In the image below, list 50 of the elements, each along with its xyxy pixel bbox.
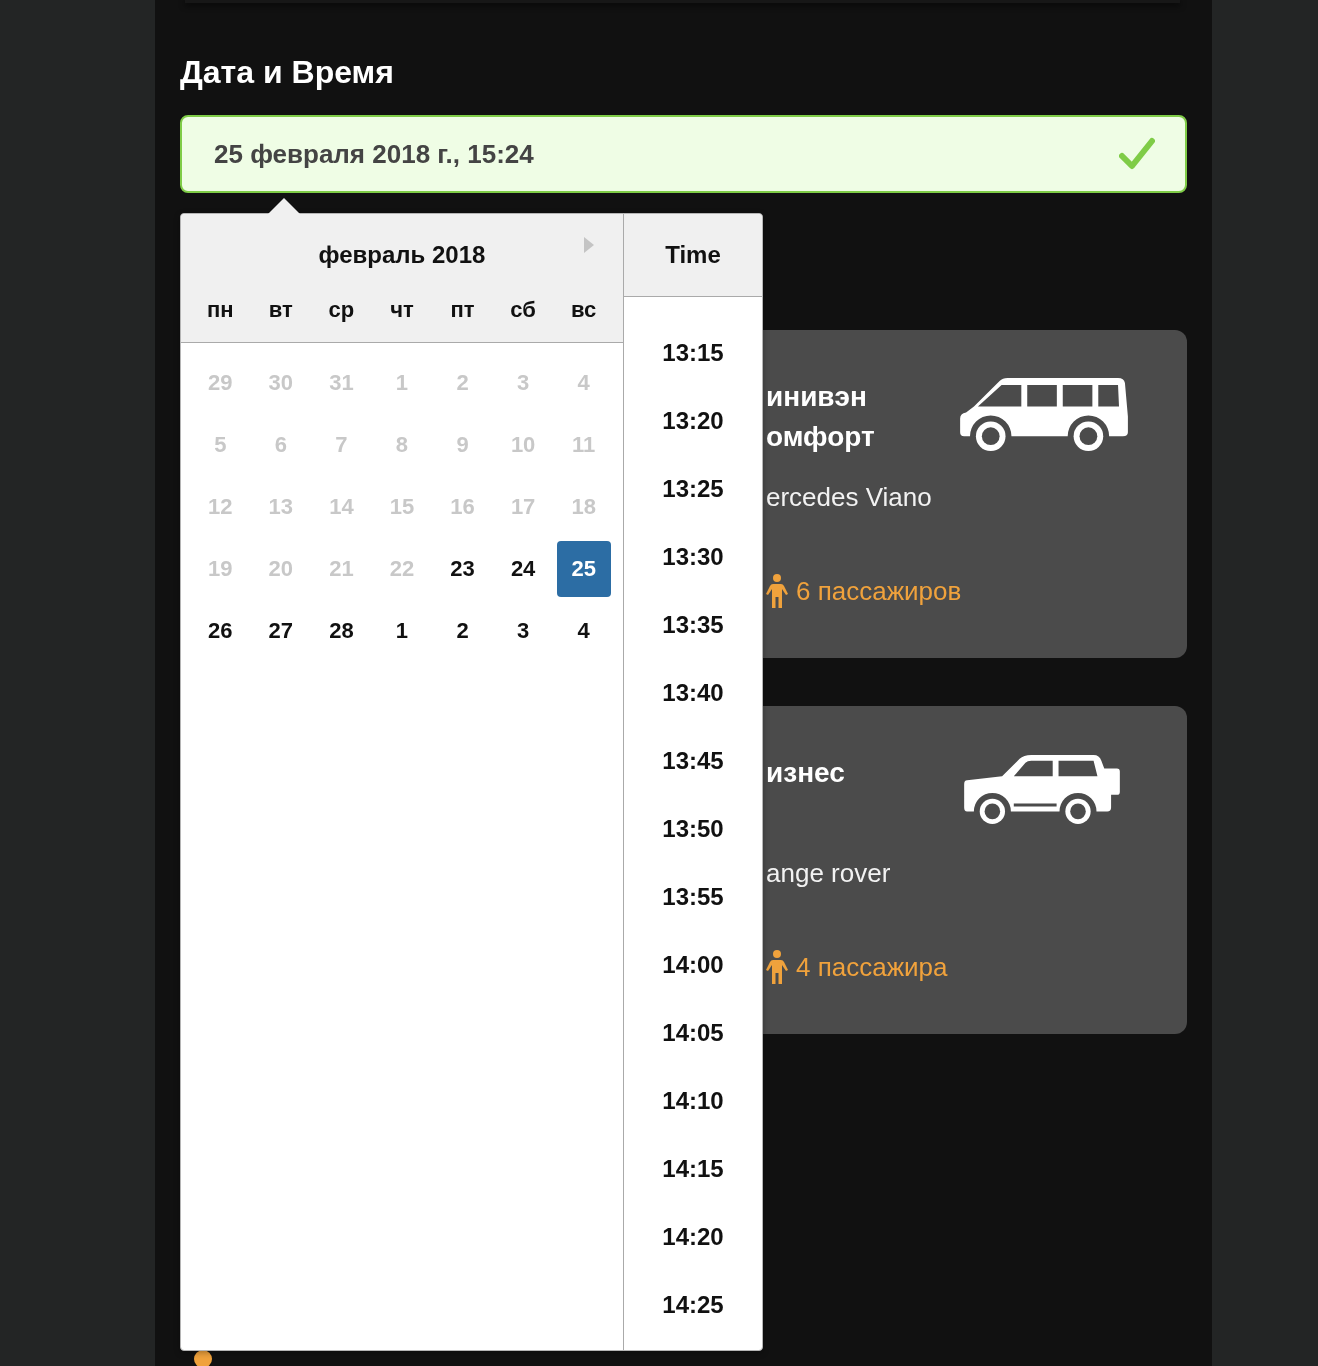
day-cell[interactable]: 2 [435, 603, 490, 659]
vehicle-card[interactable]: изнес ange rover 4 пассажира [763, 706, 1187, 1034]
time-option[interactable]: 13:40 [662, 659, 724, 727]
time-option[interactable]: 14:00 [662, 931, 724, 999]
check-icon [1119, 137, 1155, 171]
time-option[interactable]: 14:10 [662, 1067, 724, 1135]
weekday-label: пт [450, 296, 475, 324]
time-option[interactable]: 13:30 [662, 523, 724, 591]
time-header: Time [665, 241, 721, 269]
date-time-field[interactable]: 25 февраля 2018 г., 15:24 [180, 115, 1187, 193]
weekday-label: пн [207, 296, 234, 324]
month-title: февраль 2018 [318, 241, 486, 268]
day-cell[interactable]: 4 [556, 603, 611, 659]
section-title: Дата и Время [180, 53, 394, 91]
vehicle-model: ercedes Viano [766, 481, 932, 514]
weekday-label: чт [390, 296, 414, 324]
day-cell[interactable]: 26 [193, 603, 248, 659]
time-option[interactable]: 13:25 [662, 455, 724, 523]
vehicle-card[interactable]: инивэн омфорт ercedes Viano 6 пассажиров [763, 330, 1187, 658]
weekday-label: сб [510, 296, 536, 324]
time-option[interactable]: 13:15 [662, 319, 724, 387]
day-cell[interactable]: 3 [496, 603, 551, 659]
van-icon [960, 377, 1130, 452]
weekday-label: вт [268, 296, 293, 324]
time-option[interactable]: 14:25 [662, 1271, 724, 1339]
vehicle-title: инивэн омфорт [766, 381, 875, 452]
time-option[interactable]: 13:45 [662, 727, 724, 795]
suv-icon [961, 753, 1123, 825]
time-option[interactable]: 13:50 [662, 795, 724, 863]
time-option[interactable]: 14:15 [662, 1135, 724, 1203]
day-cell[interactable]: 25 [556, 541, 611, 597]
vehicle-title: изнес [766, 757, 845, 788]
time-option[interactable]: 14:20 [662, 1203, 724, 1271]
time-option[interactable]: 13:35 [662, 591, 724, 659]
person-icon [766, 574, 788, 608]
next-month-icon[interactable] [584, 237, 594, 253]
time-option[interactable]: 14:05 [662, 999, 724, 1067]
passenger-count: 4 пассажира [796, 951, 948, 984]
weekday-label: вс [571, 296, 597, 324]
day-cell[interactable]: 24 [496, 541, 551, 597]
vehicle-model: ange rover [766, 857, 891, 890]
time-option[interactable]: 13:20 [662, 387, 724, 455]
passenger-count: 6 пассажиров [796, 575, 962, 608]
weekday-label: ср [328, 296, 355, 324]
day-cell[interactable]: 27 [253, 603, 308, 659]
day-cell[interactable]: 23 [435, 541, 490, 597]
day-cell[interactable]: 28 [314, 603, 369, 659]
day-cell[interactable]: 1 [375, 603, 429, 659]
person-icon [766, 950, 788, 984]
time-option[interactable]: 13:55 [662, 863, 724, 931]
